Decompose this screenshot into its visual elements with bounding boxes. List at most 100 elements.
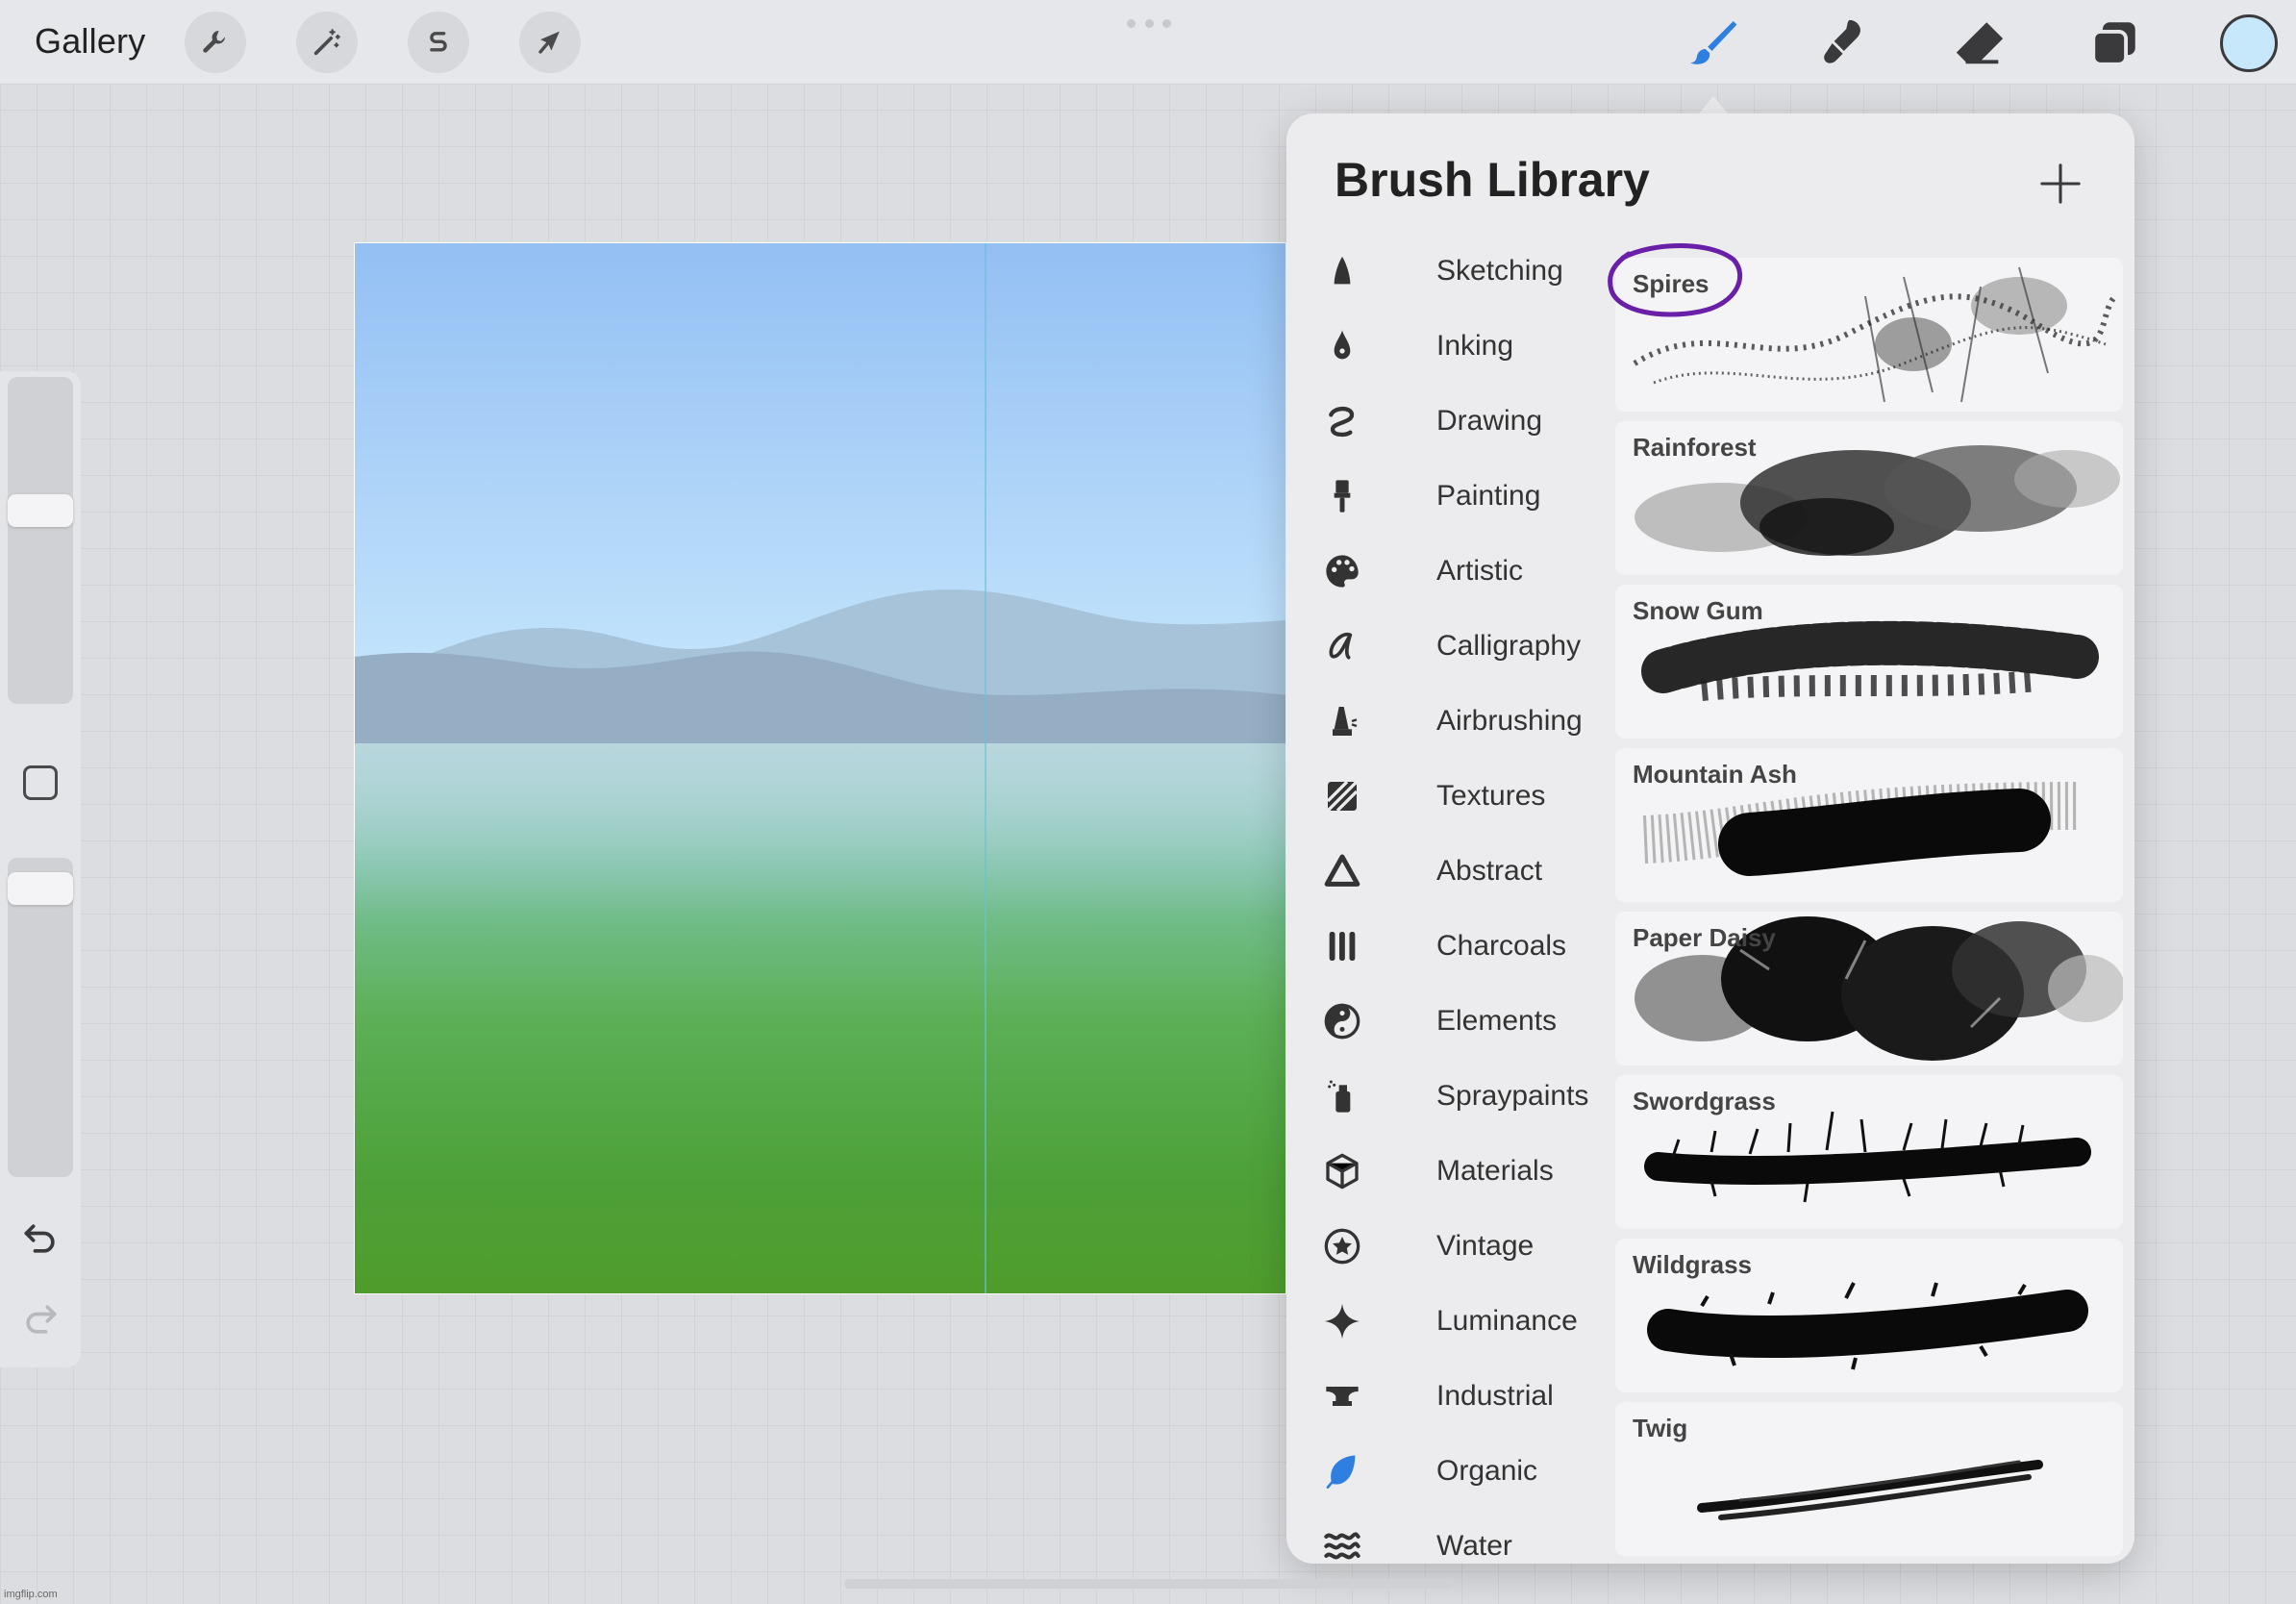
paint-brush-icon xyxy=(1334,480,1351,513)
category-luminance[interactable]: Luminance xyxy=(1321,1292,1600,1350)
category-label: Elements xyxy=(1436,1005,1558,1037)
layers-button[interactable] xyxy=(2083,12,2146,75)
category-label: Luminance xyxy=(1436,1305,1578,1337)
category-vintage[interactable]: Vintage xyxy=(1321,1217,1600,1275)
brush-tool-button[interactable] xyxy=(1681,12,1744,75)
category-label: Spraypaints xyxy=(1436,1080,1589,1112)
color-picker-button[interactable] xyxy=(2220,14,2278,72)
transform-button[interactable] xyxy=(519,12,581,73)
leaf-icon xyxy=(1326,1455,1356,1489)
brush-size-slider[interactable] xyxy=(8,377,73,704)
category-water[interactable]: Water xyxy=(1321,1517,1600,1564)
window-grabber[interactable] xyxy=(1127,19,1171,29)
category-label: Artistic xyxy=(1436,555,1523,587)
opacity-slider[interactable] xyxy=(8,858,73,1177)
brush-name: Rainforest xyxy=(1633,433,1757,462)
adjustments-button[interactable] xyxy=(296,12,358,73)
brush-twig[interactable]: Twig xyxy=(1615,1402,2123,1556)
category-materials[interactable]: Materials xyxy=(1321,1142,1600,1200)
redo-icon[interactable] xyxy=(19,1298,62,1341)
modify-button[interactable] xyxy=(23,765,58,800)
category-sketching[interactable]: Sketching xyxy=(1321,242,1600,300)
drawing-canvas[interactable] xyxy=(354,242,1286,1294)
eraser-icon xyxy=(1956,22,2004,64)
undo-icon[interactable] xyxy=(19,1217,62,1260)
opacity-handle[interactable] xyxy=(8,871,73,905)
brush-icon xyxy=(1690,21,1737,64)
category-label: Industrial xyxy=(1436,1380,1554,1412)
top-toolbar: Gallery xyxy=(0,0,2296,85)
yin-yang-icon xyxy=(1324,1003,1360,1040)
brush-library-title: Brush Library xyxy=(1335,153,1650,207)
magic-wand-icon xyxy=(313,29,340,56)
cube-icon xyxy=(1326,1153,1359,1190)
calligraphy-a-icon xyxy=(1329,632,1353,660)
brush-wildgrass[interactable]: Wildgrass xyxy=(1615,1239,2123,1392)
category-calligraphy[interactable]: Calligraphy xyxy=(1321,617,1600,675)
category-industrial[interactable]: Industrial xyxy=(1321,1367,1600,1425)
category-artistic[interactable]: Artistic xyxy=(1321,542,1600,600)
sparkle-icon xyxy=(1324,1303,1360,1340)
brush-name: Swordgrass xyxy=(1633,1087,1776,1115)
category-label: Abstract xyxy=(1436,855,1543,887)
eraser-tool-button[interactable] xyxy=(1948,12,2011,75)
anvil-icon xyxy=(1326,1387,1359,1406)
brush-name: Twig xyxy=(1633,1414,1688,1442)
category-organic[interactable]: Organic xyxy=(1321,1442,1600,1500)
category-charcoals[interactable]: Charcoals xyxy=(1321,917,1600,975)
left-sidebar xyxy=(0,371,81,1367)
wrench-icon xyxy=(203,30,226,53)
arrow-cursor-icon xyxy=(538,31,560,54)
hatch-texture-icon xyxy=(1326,780,1359,813)
category-label: Charcoals xyxy=(1436,930,1567,962)
watermark: imgflip.com xyxy=(4,1589,58,1600)
category-textures[interactable]: Textures xyxy=(1321,767,1600,825)
category-label: Vintage xyxy=(1436,1230,1535,1262)
brush-library-panel: Brush Library Sketching Inking Drawing P… xyxy=(1286,113,2134,1564)
pencil-tip-icon xyxy=(1334,257,1351,285)
category-label: Materials xyxy=(1436,1155,1554,1187)
palette-icon xyxy=(1326,555,1359,588)
selection-button[interactable] xyxy=(408,12,469,73)
star-circle-icon xyxy=(1324,1228,1360,1265)
category-abstract[interactable]: Abstract xyxy=(1321,842,1600,900)
brush-name: Snow Gum xyxy=(1633,596,1763,625)
landscape-artwork xyxy=(355,243,1285,1293)
actions-button[interactable] xyxy=(185,12,246,73)
airbrush-icon xyxy=(1333,707,1358,736)
brush-mountain-ash[interactable]: Mountain Ash xyxy=(1615,748,2123,902)
smudge-icon xyxy=(1824,19,1860,63)
category-label: Organic xyxy=(1436,1455,1538,1487)
home-indicator[interactable] xyxy=(844,1579,1452,1589)
category-label: Airbrushing xyxy=(1436,705,1583,737)
category-elements[interactable]: Elements xyxy=(1321,992,1600,1050)
brush-snow-gum[interactable]: Snow Gum xyxy=(1615,585,2123,739)
gallery-button[interactable]: Gallery xyxy=(35,21,145,62)
brush-rainforest[interactable]: Rainforest xyxy=(1615,421,2123,575)
layers-icon xyxy=(2091,22,2135,66)
pen-nib-icon xyxy=(1334,330,1351,360)
brush-name: Paper Daisy xyxy=(1633,923,1776,952)
triangle-icon xyxy=(1324,854,1360,887)
category-drawing[interactable]: Drawing xyxy=(1321,392,1600,450)
category-spraypaints[interactable]: Spraypaints xyxy=(1321,1067,1600,1125)
brush-size-handle[interactable] xyxy=(8,494,73,528)
category-label: Painting xyxy=(1436,480,1541,512)
category-label: Water xyxy=(1436,1530,1512,1562)
category-painting[interactable]: Painting xyxy=(1321,467,1600,525)
brush-name: Spires xyxy=(1633,269,1710,298)
squiggle-icon xyxy=(1329,406,1355,438)
brush-name: Mountain Ash xyxy=(1633,760,1797,789)
brush-paper-daisy[interactable]: Paper Daisy xyxy=(1615,912,2123,1065)
category-label: Sketching xyxy=(1436,255,1563,287)
brush-swordgrass[interactable]: Swordgrass xyxy=(1615,1075,2123,1229)
spray-can-icon xyxy=(1328,1080,1351,1113)
selection-s-icon xyxy=(430,32,447,52)
category-inking[interactable]: Inking xyxy=(1321,317,1600,375)
category-label: Calligraphy xyxy=(1436,630,1582,662)
category-label: Drawing xyxy=(1436,405,1543,437)
category-airbrushing[interactable]: Airbrushing xyxy=(1321,692,1600,750)
smudge-tool-button[interactable] xyxy=(1813,12,1877,75)
add-brush-set-icon[interactable] xyxy=(2038,162,2083,206)
brush-spires[interactable]: Spires xyxy=(1615,258,2123,412)
